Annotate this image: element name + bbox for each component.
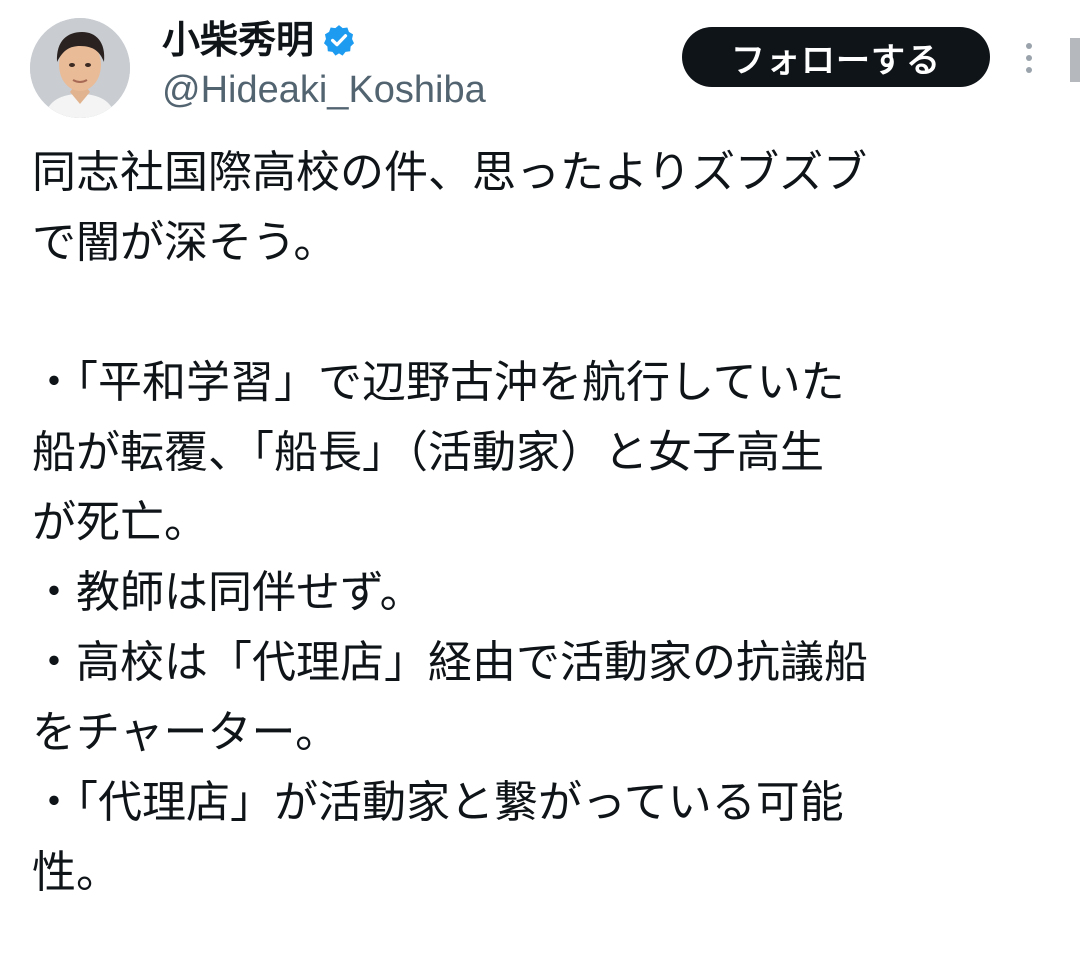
author-name-row[interactable]: 小柴秀明 <box>162 14 356 66</box>
user-handle[interactable]: @Hideaki_Koshiba <box>162 69 486 112</box>
more-dot <box>1026 43 1032 49</box>
tweet-line: で闇が深そう。 <box>32 217 338 268</box>
avatar[interactable] <box>30 18 130 118</box>
profile-photo <box>30 18 130 118</box>
scrollbar[interactable] <box>1070 38 1080 82</box>
tweet-line: ・高校は「代理店」経由で活動家の抗議船 <box>32 637 868 688</box>
tweet-line: ・「平和学習」で辺野古沖を航行していた <box>32 357 845 408</box>
tweet-line: ・教師は同伴せず。 <box>32 567 424 618</box>
tweet-line: が死亡。 <box>32 497 208 548</box>
tweet-text: 同志社国際高校の件、思ったよりズブズブ で闇が深そう。 ・「平和学習」で辺野古沖… <box>32 138 1032 908</box>
tweet-line: をチャーター。 <box>32 707 340 758</box>
more-dot <box>1026 67 1032 73</box>
follow-button[interactable]: フォローする <box>682 27 990 87</box>
more-dot <box>1026 55 1032 61</box>
display-name[interactable]: 小柴秀明 <box>162 21 314 59</box>
tweet-line: 同志社国際高校の件、思ったよりズブズブ <box>32 147 868 198</box>
tweet-line: 性。 <box>32 847 120 898</box>
verified-badge-icon <box>322 23 356 57</box>
tweet-line: ・「代理店」が活動家と繋がっている可能 <box>32 777 844 828</box>
more-vertical-icon[interactable] <box>1014 36 1044 80</box>
tweet-line: 船が転覆、「船長」（活動家）と女子高生 <box>32 427 824 478</box>
